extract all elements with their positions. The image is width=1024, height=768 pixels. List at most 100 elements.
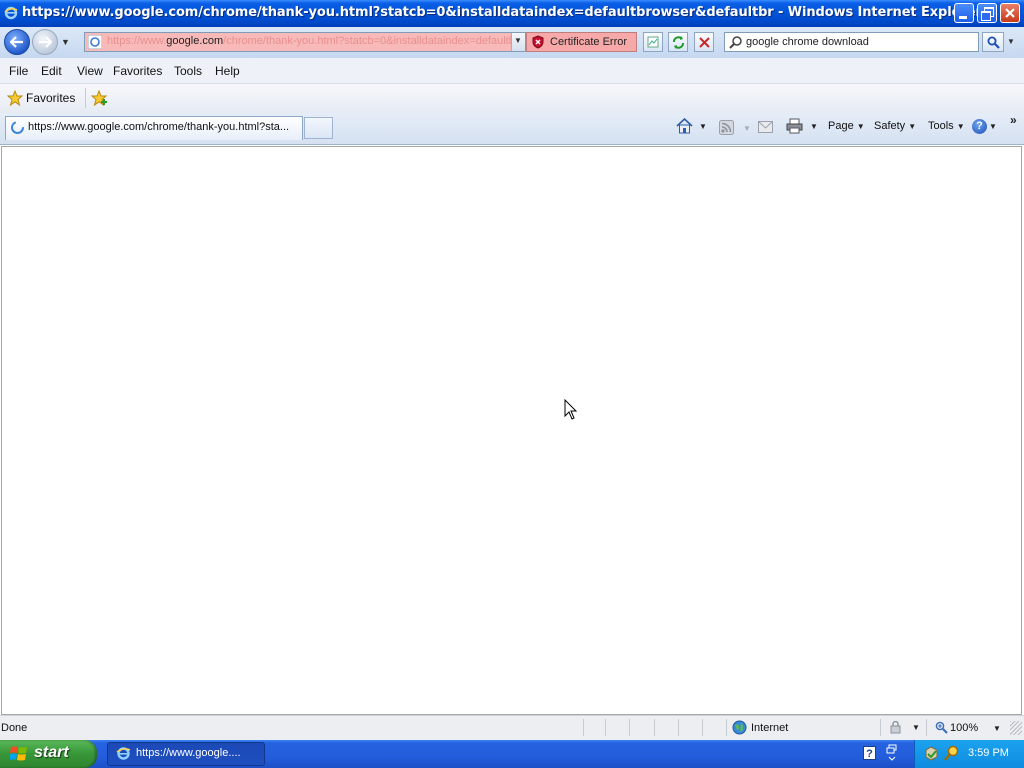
menu-file[interactable]: File xyxy=(9,64,28,78)
mouse-cursor-icon xyxy=(564,399,578,420)
menu-tools[interactable]: Tools xyxy=(174,64,202,78)
safety-menu-label: Safety xyxy=(874,120,906,132)
protected-mode-icon xyxy=(890,721,901,734)
tools-menu-button[interactable]: Tools ▼ xyxy=(928,120,965,132)
search-provider-icon xyxy=(729,36,742,49)
status-separator xyxy=(605,719,606,736)
print-button[interactable]: ▼ xyxy=(786,118,818,136)
certificate-error-label: Certificate Error xyxy=(550,36,628,48)
close-icon xyxy=(1005,8,1015,18)
home-icon xyxy=(676,118,693,134)
compatibility-view-button[interactable] xyxy=(643,32,663,52)
help-button[interactable]: ? ▼ xyxy=(972,118,998,136)
resize-grip[interactable] xyxy=(1010,721,1022,735)
search-tray-icon[interactable] xyxy=(944,745,960,761)
minimize-icon xyxy=(959,16,967,19)
search-input[interactable]: google chrome download xyxy=(746,36,869,48)
tools-menu-label: Tools xyxy=(928,120,954,132)
restore-toolbar-icon[interactable] xyxy=(886,744,898,764)
home-button[interactable]: ▼ xyxy=(676,118,707,136)
globe-icon xyxy=(732,720,747,735)
stop-button[interactable] xyxy=(694,32,714,52)
protected-mode-button[interactable]: ▼ xyxy=(888,719,920,736)
forward-arrow-icon xyxy=(39,36,52,48)
close-button[interactable] xyxy=(1000,3,1020,23)
search-button[interactable] xyxy=(982,32,1004,52)
clock: 3:59 PM xyxy=(968,747,1009,759)
start-label: start xyxy=(34,744,69,761)
safety-menu-button[interactable]: Safety ▼ xyxy=(874,120,916,132)
help-dropdown-icon: ▼ xyxy=(989,122,997,131)
address-dropdown-button[interactable]: ▼ xyxy=(511,33,525,51)
zoom-level[interactable]: 100% xyxy=(950,722,978,734)
print-dropdown-icon: ▼ xyxy=(810,122,818,131)
status-separator xyxy=(880,719,881,736)
taskbar-item-label: https://www.google.... xyxy=(136,747,241,759)
restore-front-icon xyxy=(981,11,991,21)
refresh-button[interactable] xyxy=(668,32,688,52)
menu-view[interactable]: View xyxy=(77,64,103,78)
back-button[interactable] xyxy=(4,29,30,55)
favorites-bar xyxy=(0,84,1024,113)
help-icon: ? xyxy=(972,119,987,134)
printer-icon xyxy=(786,118,803,134)
menu-help[interactable]: Help xyxy=(215,64,240,78)
safety-menu-dropdown-icon: ▼ xyxy=(908,122,917,131)
page-ie-icon xyxy=(88,35,102,49)
minimize-button[interactable] xyxy=(954,3,974,23)
status-separator xyxy=(926,719,927,736)
zoom-icon[interactable] xyxy=(935,721,948,734)
security-zone-label: Internet xyxy=(751,722,789,734)
status-separator xyxy=(702,719,703,736)
menu-edit[interactable]: Edit xyxy=(41,64,62,78)
status-text: Done xyxy=(1,722,28,734)
tools-menu-dropdown-icon: ▼ xyxy=(956,122,965,131)
feeds-icon[interactable] xyxy=(719,120,734,135)
restore-button[interactable] xyxy=(977,3,997,23)
stop-icon xyxy=(699,37,710,48)
recent-pages-dropdown-icon[interactable]: ▼ xyxy=(61,37,70,47)
page-menu-label: Page xyxy=(828,120,854,132)
status-separator xyxy=(654,719,655,736)
url-host: google.com xyxy=(166,35,224,47)
search-options-dropdown-icon[interactable]: ▼ xyxy=(1007,37,1015,46)
url-prefix: https://www. xyxy=(107,35,167,47)
search-icon xyxy=(987,36,1000,49)
ie-logo-icon xyxy=(4,6,18,20)
chevron-down-icon: ▼ xyxy=(514,36,522,45)
page-menu-button[interactable]: Page ▼ xyxy=(828,120,865,132)
favorites-label: Favorites xyxy=(26,91,76,105)
status-separator xyxy=(678,719,679,736)
read-mail-icon[interactable] xyxy=(758,121,773,133)
add-favorite-star-icon xyxy=(91,90,108,106)
forward-button[interactable] xyxy=(32,29,58,55)
favorites-star-icon xyxy=(7,90,23,106)
add-to-favorites-bar-button[interactable] xyxy=(90,88,110,108)
network-tray-icon[interactable] xyxy=(924,746,939,761)
status-separator xyxy=(629,719,630,736)
ie-taskbar-icon xyxy=(116,747,131,760)
chevron-more-icon[interactable]: » xyxy=(1010,113,1017,127)
address-url[interactable]: https://www.google.com/chrome/thank-you.… xyxy=(107,35,511,51)
page-menu-dropdown-icon: ▼ xyxy=(856,122,865,131)
favorites-divider xyxy=(85,88,86,108)
back-arrow-icon xyxy=(10,36,23,48)
tab-label: https://www.google.com/chrome/thank-you.… xyxy=(28,121,290,133)
home-dropdown-icon: ▼ xyxy=(699,122,707,131)
status-bar xyxy=(0,715,1024,741)
compatibility-icon xyxy=(647,36,659,48)
status-separator xyxy=(583,719,584,736)
windows-logo-icon xyxy=(10,746,27,761)
help-tray-icon[interactable]: ? xyxy=(863,746,876,760)
window-title: https://www.google.com/chrome/thank-you.… xyxy=(22,5,982,20)
new-tab-button[interactable] xyxy=(304,117,333,139)
refresh-icon xyxy=(673,36,684,49)
loading-icon xyxy=(11,121,24,134)
page-content[interactable] xyxy=(1,146,1022,715)
protected-mode-dropdown-icon: ▼ xyxy=(912,723,920,732)
zoom-dropdown-icon[interactable]: ▼ xyxy=(993,724,1001,733)
shield-error-icon xyxy=(532,35,544,49)
feeds-dropdown-icon: ▼ xyxy=(743,124,751,133)
menu-favorites[interactable]: Favorites xyxy=(113,64,162,78)
url-rest: /chrome/thank-you.html?statcb=0&installd… xyxy=(223,35,511,47)
